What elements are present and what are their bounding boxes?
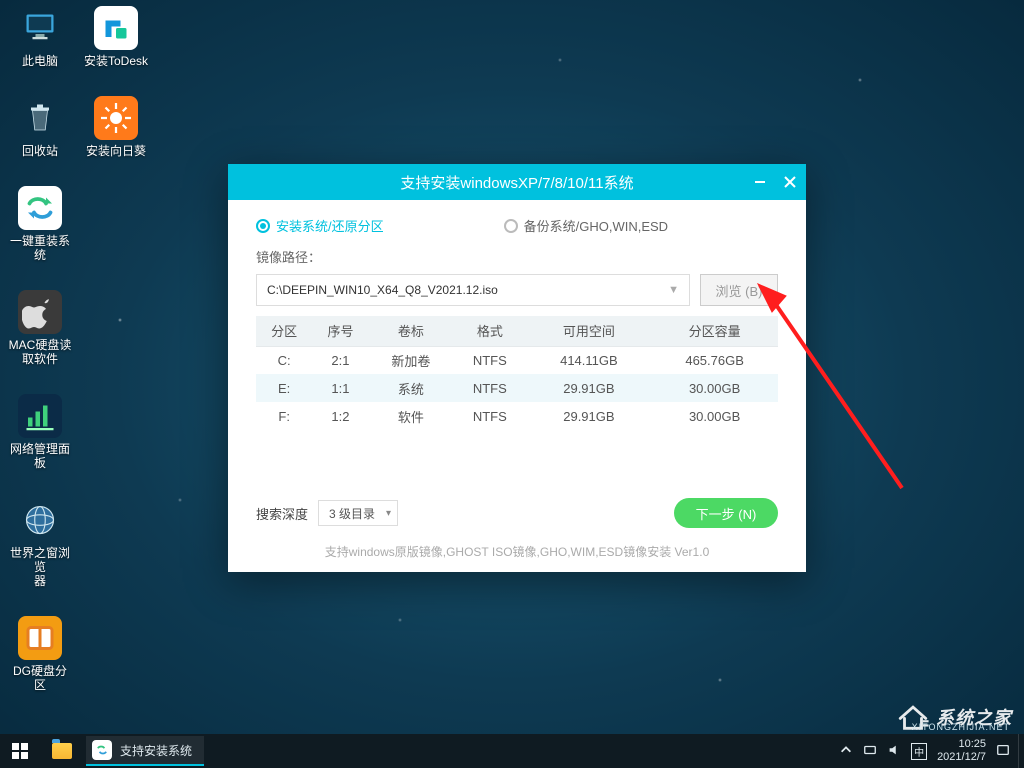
desktop-icon-recycle-bin[interactable]: 回收站 [8,96,72,158]
globe-icon [18,498,62,542]
dialog-title: 支持安装windowsXP/7/8/10/11系统 [400,172,633,193]
th-free[interactable]: 可用空间 [527,316,652,346]
desktop-icon-label: 网络管理面板 [8,442,72,470]
taskbar-app-title: 支持安装系统 [120,742,192,759]
todesk-icon [94,6,138,50]
watermark-sub: XITONGZHIJIA.NET [912,722,1010,732]
cell-partition: C: [256,346,312,374]
sunflower-icon [94,96,138,140]
desktop-icon-sunflower[interactable]: 安装向日葵 [84,96,148,158]
partition-row[interactable]: F: 1:2 软件 NTFS 29.91GB 30.00GB [256,402,778,430]
minimize-button[interactable] [752,174,768,190]
desktop-icon-macdisk[interactable]: MAC硬盘读 取软件 [8,290,72,366]
radio-label: 安装系统/还原分区 [276,216,384,235]
installer-dialog: 支持安装windowsXP/7/8/10/11系统 安装系统/还原分区 备份系统… [228,164,806,572]
apple-icon [18,290,62,334]
close-button[interactable] [782,174,798,190]
cell-free: 414.11GB [527,346,652,374]
taskbar-app-installer[interactable]: 支持安装系统 [86,736,204,766]
chevron-down-icon: ▼ [668,284,679,296]
cell-index: 1:2 [312,402,368,430]
cell-format: NTFS [453,374,526,402]
th-label[interactable]: 卷标 [369,316,453,346]
desktop-icon-label: 回收站 [22,144,58,158]
partition-icon [18,616,62,660]
cell-label: 系统 [369,374,453,402]
swap-icon [18,186,62,230]
browse-button[interactable]: 浏览 (B) [700,274,778,306]
cell-format: NTFS [453,346,526,374]
tray-network-icon[interactable] [863,743,877,760]
bar-chart-icon [18,394,62,438]
cell-capacity: 30.00GB [651,374,778,402]
desktop-icon-label: 一键重装系统 [8,234,72,262]
show-desktop-button[interactable] [1018,734,1024,768]
desktop-icon-label: 世界之窗浏览 器 [8,546,72,588]
cell-capacity: 30.00GB [651,402,778,430]
search-depth-value: 3 级目录 [329,505,375,522]
desktop-icon-reinstall[interactable]: 一键重装系统 [8,186,72,262]
desktop-icon-todesk[interactable]: 安装ToDesk [84,6,148,68]
desktop-icon-label: DG硬盘分区 [8,664,72,692]
dialog-footer-note: 支持windows原版镜像,GHOST ISO镜像,GHO,WIM,ESD镜像安… [228,543,806,560]
th-format[interactable]: 格式 [453,316,526,346]
cell-label: 新加卷 [369,346,453,374]
partition-table: 分区 序号 卷标 格式 可用空间 分区容量 C: 2:1 新加卷 NTFS 41… [256,316,778,430]
cell-capacity: 465.76GB [651,346,778,374]
dialog-titlebar[interactable]: 支持安装windowsXP/7/8/10/11系统 [228,164,806,200]
tray-ime-icon[interactable]: 中 [911,743,927,760]
desktop-icon-world-browser[interactable]: 世界之窗浏览 器 [8,498,72,588]
desktop-icon-label: 安装ToDesk [84,54,148,68]
radio-install-restore[interactable]: 安装系统/还原分区 [256,216,384,235]
desktop-icon-this-pc[interactable]: 此电脑 [8,6,72,68]
taskbar-explorer[interactable] [40,734,84,768]
desktop-icon-label: MAC硬盘读 取软件 [9,338,72,366]
search-depth-label: 搜索深度 [256,504,308,523]
windows-icon [12,743,28,759]
th-partition[interactable]: 分区 [256,316,312,346]
radio-label: 备份系统/GHO,WIN,ESD [524,216,668,235]
th-capacity[interactable]: 分区容量 [651,316,778,346]
desktop-icon-dgdisk[interactable]: DG硬盘分区 [8,616,72,692]
cell-partition: F: [256,402,312,430]
radio-dot-icon [504,219,518,233]
cell-index: 1:1 [312,374,368,402]
tray-volume-icon[interactable] [887,743,901,760]
next-button[interactable]: 下一步 (N) [674,498,778,528]
tray-date: 2021/12/7 [937,751,986,764]
taskbar: 支持安装系统 中 10:25 2021/12/7 [0,734,1024,768]
th-index[interactable]: 序号 [312,316,368,346]
partition-row[interactable]: E: 1:1 系统 NTFS 29.91GB 30.00GB [256,374,778,402]
tray-clock[interactable]: 10:25 2021/12/7 [937,738,986,764]
desktop-icon-label: 安装向日葵 [86,144,146,158]
cell-label: 软件 [369,402,453,430]
image-path-value: C:\DEEPIN_WIN10_X64_Q8_V2021.12.iso [267,283,498,297]
cell-partition: E: [256,374,312,402]
desktop-icon-label: 此电脑 [22,54,58,68]
start-button[interactable] [0,734,40,768]
system-tray[interactable]: 中 10:25 2021/12/7 [831,738,1018,764]
cell-index: 2:1 [312,346,368,374]
partition-row[interactable]: C: 2:1 新加卷 NTFS 414.11GB 465.76GB [256,346,778,374]
tray-notifications-icon[interactable] [996,743,1010,760]
cell-format: NTFS [453,402,526,430]
cell-free: 29.91GB [527,402,652,430]
image-path-dropdown[interactable]: C:\DEEPIN_WIN10_X64_Q8_V2021.12.iso ▼ [256,274,690,306]
folder-icon [52,743,72,759]
radio-dot-icon [256,219,270,233]
search-depth-select[interactable]: 3 级目录 [318,500,398,526]
tray-chevron-up-icon[interactable] [839,743,853,760]
cell-free: 29.91GB [527,374,652,402]
desktop-icon-netpanel[interactable]: 网络管理面板 [8,394,72,470]
trash-icon [18,96,62,140]
monitor-icon [18,6,62,50]
tray-time: 10:25 [937,738,986,751]
radio-backup-system[interactable]: 备份系统/GHO,WIN,ESD [504,216,668,235]
image-path-label: 镜像路径： [256,247,778,266]
swap-icon [92,740,112,760]
